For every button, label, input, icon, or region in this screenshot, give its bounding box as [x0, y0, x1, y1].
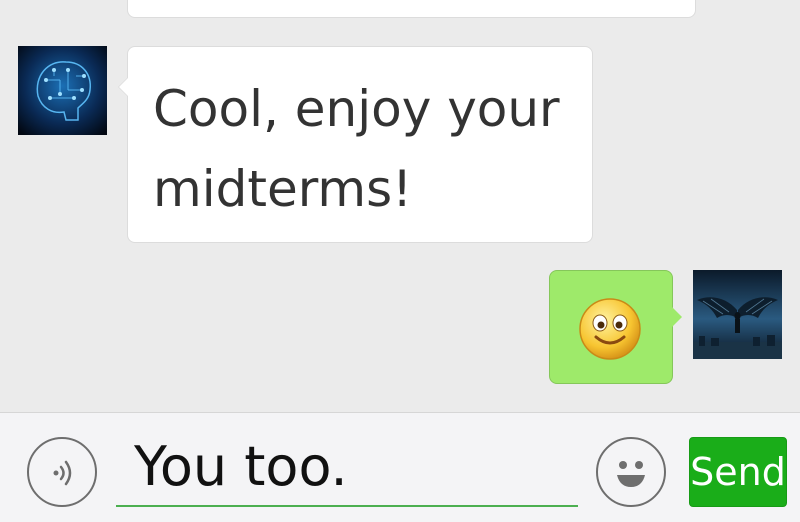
voice-icon [53, 460, 72, 486]
chat-area[interactable]: Cool, enjoy your midterms! [0, 0, 800, 412]
voice-input-button[interactable] [27, 437, 97, 507]
message-text: Cool, enjoy your midterms! [153, 80, 560, 218]
previous-message-bubble[interactable] [127, 0, 696, 18]
winged-figure-avatar-image [693, 270, 782, 359]
send-button[interactable]: Send [689, 437, 787, 507]
emoji-icon [617, 461, 645, 487]
message-input[interactable] [134, 433, 564, 499]
message-input-bar: Send [0, 412, 800, 522]
message-input-field[interactable] [116, 427, 578, 507]
contact-avatar[interactable] [18, 46, 107, 135]
outgoing-message-bubble[interactable] [549, 270, 682, 384]
brain-circuit-avatar-image [18, 46, 107, 135]
incoming-message-bubble[interactable]: Cool, enjoy your midterms! [118, 46, 593, 243]
emoji-button[interactable] [596, 437, 666, 507]
user-avatar[interactable] [693, 270, 782, 359]
smiley-emoji-icon [579, 298, 641, 360]
